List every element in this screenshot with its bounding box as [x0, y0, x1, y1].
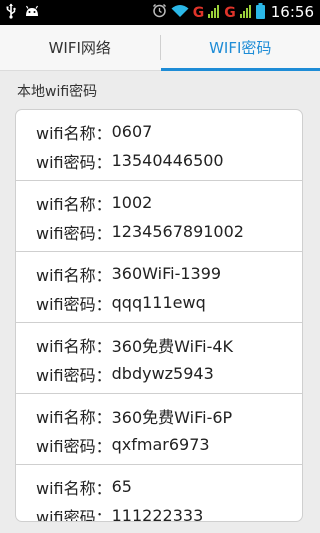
wifi-password-label: wifi密码： — [36, 294, 112, 314]
wifi-name-label: wifi名称： — [36, 336, 112, 356]
status-time: 16:56 — [270, 3, 314, 21]
wifi-password-value: dbdywz5943 — [111, 364, 214, 383]
wifi-name-label: wifi名称： — [36, 123, 112, 143]
section-title: 本地wifi密码 — [17, 84, 98, 100]
wifi-icon — [171, 3, 189, 22]
wifi-password-value: 1234567891002 — [111, 222, 244, 241]
tab-label: WIFI密码 — [209, 39, 272, 57]
list-item[interactable]: wifi名称： 360免费WiFi-6P wifi密码： qxfmar6973 — [16, 394, 302, 465]
wifi-password-list[interactable]: wifi名称： 0607 wifi密码： 13540446500 wifi名称： 10… — [15, 109, 303, 522]
network-type-label: G — [224, 4, 236, 21]
wifi-password-value: 13540446500 — [111, 151, 224, 170]
wifi-password-value: 111222333 — [111, 506, 204, 522]
wifi-password-label: wifi密码： — [36, 436, 112, 456]
signal-icon — [208, 3, 220, 22]
list-item[interactable]: wifi名称： 0607 wifi密码： 13540446500 — [16, 110, 302, 181]
list-item[interactable]: wifi名称： 65 wifi密码： 111222333 — [16, 465, 302, 522]
wifi-name-label: wifi名称： — [36, 407, 112, 427]
wifi-password-value: qxfmar6973 — [111, 435, 210, 454]
wifi-name-value: 0607 — [111, 122, 153, 141]
wifi-password-label: wifi密码： — [36, 223, 112, 243]
android-icon — [24, 3, 40, 22]
wifi-name-value: 65 — [111, 477, 132, 496]
wifi-name-value: 1002 — [111, 193, 153, 212]
list-item[interactable]: wifi名称： 360免费WiFi-4K wifi密码： dbdywz5943 — [16, 323, 302, 394]
wifi-password-label: wifi密码： — [36, 152, 112, 172]
tab-label: WIFI网络 — [48, 39, 111, 57]
wifi-password-label: wifi密码： — [36, 507, 112, 522]
wifi-name-value: 360免费WiFi-4K — [111, 336, 234, 356]
alarm-icon — [152, 3, 167, 22]
wifi-password-value: qqq111ewq — [111, 293, 206, 312]
signal-icon — [239, 3, 252, 22]
list-item[interactable]: wifi名称： 360WiFi-1399 wifi密码： qqq111ewq — [16, 252, 302, 323]
wifi-name-label: wifi名称： — [36, 265, 112, 285]
status-bar: G G 16:56 — [0, 0, 320, 25]
usb-icon — [6, 3, 16, 23]
tab-wifi-password[interactable]: WIFI密码 — [160, 25, 320, 71]
wifi-name-label: wifi名称： — [36, 194, 112, 214]
battery-icon — [255, 2, 265, 23]
wifi-name-value: 360免费WiFi-6P — [111, 407, 233, 427]
network-type-label: G — [192, 4, 205, 21]
list-item[interactable]: wifi名称： 1002 wifi密码： 1234567891002 — [16, 181, 302, 252]
tab-wifi-network[interactable]: WIFI网络 — [0, 25, 160, 70]
wifi-password-label: wifi密码： — [36, 365, 112, 385]
tab-bar: WIFI网络 WIFI密码 — [0, 25, 320, 71]
wifi-name-label: wifi名称： — [36, 478, 112, 498]
wifi-name-value: 360WiFi-1399 — [111, 264, 222, 283]
